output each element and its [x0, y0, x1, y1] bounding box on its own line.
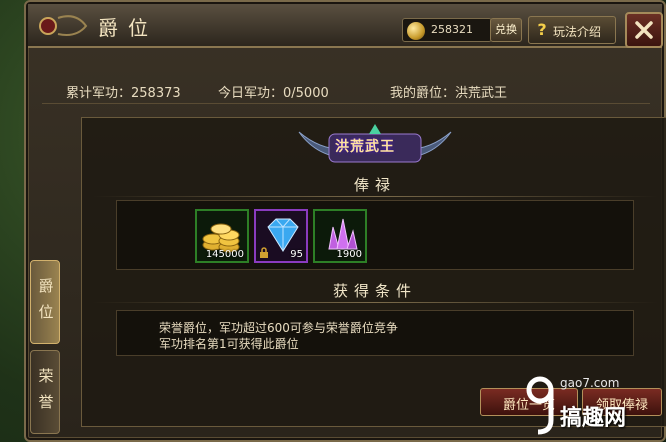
help-button[interactable]: ? 玩法介绍 [528, 16, 616, 44]
conditions-box: 荣誉爵位，军功超过600可参与荣誉爵位竞争 军功排名第1可获得此爵位 [116, 310, 634, 356]
merit-info-row: 累计军功：258373 今日军功：0/5000 我的爵位：洪荒武王 [42, 60, 650, 104]
reward-gold-count: 145000 [205, 249, 244, 260]
condition-line-2: 军功排名第1可获得此爵位 [159, 337, 299, 351]
my-title: 我的爵位：洪荒武王 [390, 86, 508, 101]
title-emblem-icon [39, 15, 88, 36]
total-merit: 累计军功：258373 [66, 86, 181, 101]
banner-title: 洪荒武王 [335, 139, 395, 155]
watermark: gao7.com 搞趣网 [520, 370, 666, 442]
window-title: 爵位 [98, 16, 158, 40]
today-merit: 今日军功：0/5000 [218, 86, 329, 101]
tab-honor-label: 荣誉 [38, 367, 54, 411]
window-titlebar: 爵位 258321 兑换 ? 玩法介绍 [28, 4, 663, 48]
close-button[interactable] [625, 12, 663, 48]
reward-diamond-count: 95 [290, 249, 303, 260]
title-banner: 洪荒武王 [295, 124, 455, 168]
currency-display: 258321 [402, 18, 492, 42]
close-icon [635, 21, 653, 39]
conditions-title: 获得条件 [332, 282, 417, 300]
reward-crystal-count: 1900 [336, 249, 362, 260]
rewards-divider [92, 196, 658, 197]
reward-gold[interactable]: 145000 [195, 209, 249, 263]
watermark-logo-icon [526, 376, 554, 435]
reward-diamond[interactable]: 95 [254, 209, 308, 263]
tab-title[interactable]: 爵位 [30, 260, 60, 344]
question-icon: ? [537, 20, 547, 39]
watermark-site: gao7.com [560, 376, 620, 390]
tab-title-label: 爵位 [38, 277, 54, 321]
condition-line-1: 荣誉爵位，军功超过600可参与荣誉爵位竞争 [159, 321, 398, 335]
rewards-box: 145000 95 1900 [116, 200, 634, 270]
tab-honor[interactable]: 荣誉 [30, 350, 60, 434]
conditions-divider [92, 302, 658, 303]
lock-icon [260, 247, 268, 258]
exchange-button[interactable]: 兑换 [490, 18, 522, 42]
watermark-name: 搞趣网 [560, 406, 627, 431]
help-label: 玩法介绍 [553, 25, 602, 39]
rewards-title: 俸禄 [353, 176, 396, 194]
reward-crystal[interactable]: 1900 [313, 209, 367, 263]
currency-value: 258321 [431, 23, 473, 36]
coin-icon [407, 22, 425, 40]
